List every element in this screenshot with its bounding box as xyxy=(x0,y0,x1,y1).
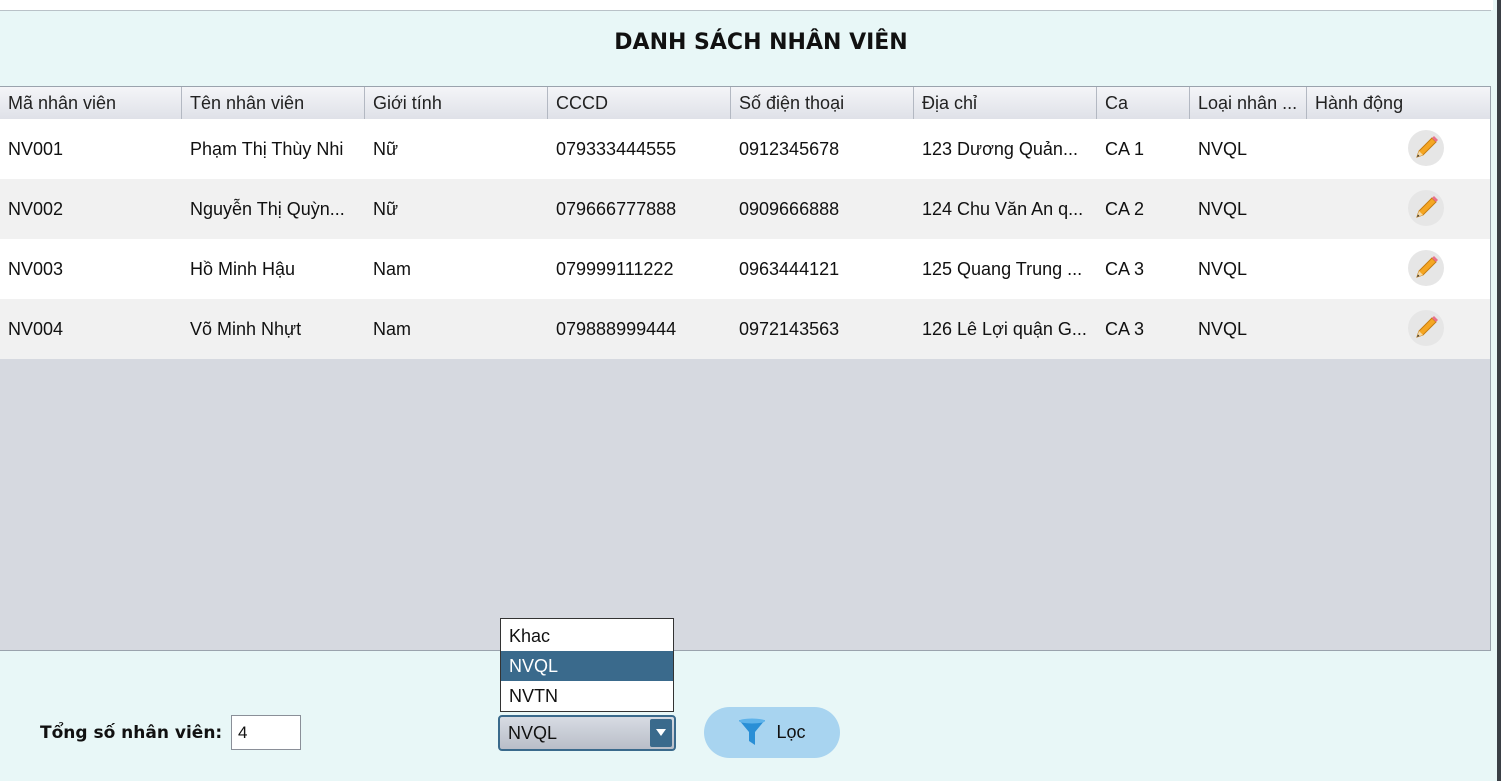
cell-type: NVQL xyxy=(1198,199,1248,219)
cell-phone: 0912345678 xyxy=(739,139,840,159)
cell-type: NVQL xyxy=(1198,259,1248,279)
edit-button[interactable] xyxy=(1408,250,1444,286)
cell-name: Phạm Thị Thùy Nhi xyxy=(190,139,344,159)
employee-list-window: DANH SÁCH NHÂN VIÊN Mã nhân viên Tên nhâ… xyxy=(0,0,1501,781)
cell-cccd: 079999111222 xyxy=(556,259,674,279)
table-row[interactable]: NV002 Nguyễn Thị Quỳn... Nữ 079666777888… xyxy=(0,179,1490,239)
cell-id: NV001 xyxy=(8,139,64,159)
cell-name: Nguyễn Thị Quỳn... xyxy=(190,199,345,219)
filter-button-label: Lọc xyxy=(776,722,806,742)
cell-shift: CA 1 xyxy=(1105,139,1145,159)
pencil-icon xyxy=(1416,136,1438,158)
table-header: Mã nhân viên Tên nhân viên Giới tính CCC… xyxy=(0,86,1490,120)
cell-cccd: 079888999444 xyxy=(556,319,677,339)
pencil-icon xyxy=(1416,316,1438,338)
cell-cccd: 079333444555 xyxy=(556,139,677,159)
cell-name: Hồ Minh Hậu xyxy=(190,259,296,279)
cell-address: 123 Dương Quản... xyxy=(922,139,1078,159)
cell-address: 124 Chu Văn An q... xyxy=(922,199,1084,219)
total-employees-field[interactable] xyxy=(231,715,301,750)
cell-shift: CA 2 xyxy=(1105,199,1145,219)
column-header-type[interactable]: Loại nhân ... xyxy=(1190,87,1307,119)
column-header-action[interactable]: Hành động xyxy=(1307,87,1490,119)
pencil-icon xyxy=(1416,196,1438,218)
column-header-name[interactable]: Tên nhân viên xyxy=(182,87,365,119)
cell-type: NVQL xyxy=(1198,139,1248,159)
cell-gender: Nam xyxy=(373,259,412,279)
cell-shift: CA 3 xyxy=(1105,319,1145,339)
cell-id: NV002 xyxy=(8,199,64,219)
cell-phone: 0909666888 xyxy=(739,199,840,219)
employee-table: Mã nhân viên Tên nhân viên Giới tính CCC… xyxy=(0,86,1491,651)
dropdown-option-nvql[interactable]: NVQL xyxy=(501,651,673,681)
cell-shift: CA 3 xyxy=(1105,259,1145,279)
filter-dropdown-list: Khac NVQL NVTN xyxy=(500,618,674,712)
table-row[interactable]: NV001 Phạm Thị Thùy Nhi Nữ 079333444555 … xyxy=(0,119,1490,179)
total-employees-label: Tổng số nhân viên: xyxy=(40,723,223,743)
cell-address: 125 Quang Trung ... xyxy=(922,259,1083,279)
cell-type: NVQL xyxy=(1198,319,1248,339)
cell-phone: 0972143563 xyxy=(739,319,840,339)
cell-id: NV003 xyxy=(8,259,64,279)
top-bar xyxy=(0,0,1493,11)
dropdown-option-nvtn[interactable]: NVTN xyxy=(501,681,673,711)
dropdown-option-khac[interactable]: Khac xyxy=(501,621,673,651)
filter-button[interactable]: Lọc xyxy=(704,707,840,758)
table-row[interactable]: NV003 Hồ Minh Hậu Nam 079999111222 09634… xyxy=(0,239,1490,299)
column-header-shift[interactable]: Ca xyxy=(1097,87,1190,119)
page-title: DANH SÁCH NHÂN VIÊN xyxy=(614,30,908,55)
column-header-cccd[interactable]: CCCD xyxy=(548,87,731,119)
edit-button[interactable] xyxy=(1408,310,1444,346)
cell-gender: Nữ xyxy=(373,139,399,159)
cell-cccd: 079666777888 xyxy=(556,199,677,219)
pencil-icon xyxy=(1416,256,1438,278)
select-value: NVQL xyxy=(508,723,558,743)
column-header-id[interactable]: Mã nhân viên xyxy=(0,87,182,119)
cell-address: 126 Lê Lợi quận G... xyxy=(922,319,1087,339)
cell-gender: Nữ xyxy=(373,199,399,219)
employee-type-select[interactable]: NVQL xyxy=(498,715,676,751)
edit-button[interactable] xyxy=(1408,130,1444,166)
chevron-down-icon[interactable] xyxy=(650,719,672,747)
cell-phone: 0963444121 xyxy=(739,259,840,279)
cell-id: NV004 xyxy=(8,319,64,339)
edit-button[interactable] xyxy=(1408,190,1444,226)
window-border xyxy=(1497,0,1501,781)
column-header-phone[interactable]: Số điện thoại xyxy=(731,87,914,119)
table-row[interactable]: NV004 Võ Minh Nhựt Nam 079888999444 0972… xyxy=(0,299,1490,359)
column-header-address[interactable]: Địa chỉ xyxy=(914,87,1097,119)
column-header-gender[interactable]: Giới tính xyxy=(365,87,548,119)
cell-gender: Nam xyxy=(373,319,412,339)
funnel-icon xyxy=(739,718,766,745)
cell-name: Võ Minh Nhựt xyxy=(190,319,302,339)
